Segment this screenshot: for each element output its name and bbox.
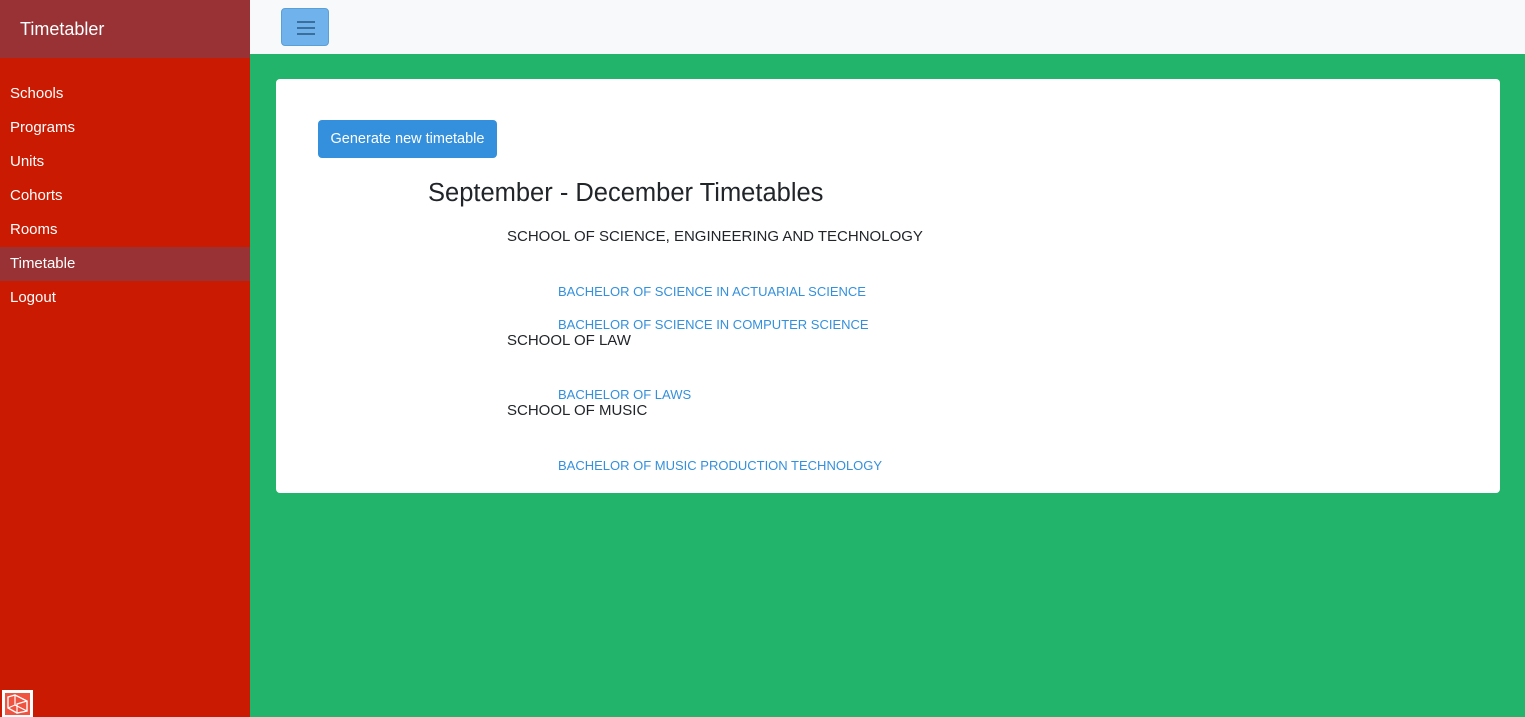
sidebar-item-label[interactable]: Units: [10, 153, 44, 170]
sidebar-item-rooms[interactable]: Rooms: [0, 213, 250, 247]
hamburger-line: [297, 21, 315, 23]
app-brand[interactable]: Timetabler: [0, 0, 250, 58]
sidebar-item-label[interactable]: Timetable: [10, 255, 75, 272]
hamburger-menu-icon[interactable]: [281, 8, 329, 46]
sidebar-nav: Schools Programs Units Cohorts Rooms Tim…: [0, 77, 250, 315]
school-name: SCHOOL OF SCIENCE, ENGINEERING AND TECHN…: [507, 228, 923, 245]
sidebar-item-schools[interactable]: Schools: [0, 77, 250, 111]
sidebar-item-programs[interactable]: Programs: [0, 111, 250, 145]
sidebar-item-label[interactable]: Schools: [10, 85, 63, 102]
top-navbar: [250, 0, 1525, 54]
laravel-logo-icon[interactable]: [2, 690, 33, 717]
school-name: SCHOOL OF LAW: [507, 332, 631, 349]
program-link[interactable]: BACHELOR OF SCIENCE IN ACTUARIAL SCIENCE: [558, 284, 866, 299]
generate-timetable-button[interactable]: Generate new timetable: [318, 120, 497, 158]
hamburger-line: [297, 33, 315, 35]
hamburger-line: [297, 27, 315, 29]
page-title: September - December Timetables: [428, 179, 824, 207]
sidebar-item-label[interactable]: Logout: [10, 289, 56, 306]
program-link[interactable]: BACHELOR OF LAWS: [558, 387, 691, 402]
sidebar-item-units[interactable]: Units: [0, 145, 250, 179]
sidebar-item-timetable[interactable]: Timetable: [0, 247, 250, 281]
sidebar-item-label[interactable]: Rooms: [10, 221, 58, 238]
sidebar-item-cohorts[interactable]: Cohorts: [0, 179, 250, 213]
sidebar-item-logout[interactable]: Logout: [0, 281, 250, 315]
school-name: SCHOOL OF MUSIC: [507, 402, 648, 419]
sidebar-item-label[interactable]: Cohorts: [10, 187, 63, 204]
sidebar-item-label[interactable]: Programs: [10, 119, 75, 136]
timetable-card: Generate new timetable September - Decem…: [276, 79, 1500, 493]
program-link[interactable]: BACHELOR OF MUSIC PRODUCTION TECHNOLOGY: [558, 458, 882, 473]
sidebar: Timetabler Schools Programs Units Cohort…: [0, 0, 250, 717]
program-link[interactable]: BACHELOR OF SCIENCE IN COMPUTER SCIENCE: [558, 317, 869, 332]
